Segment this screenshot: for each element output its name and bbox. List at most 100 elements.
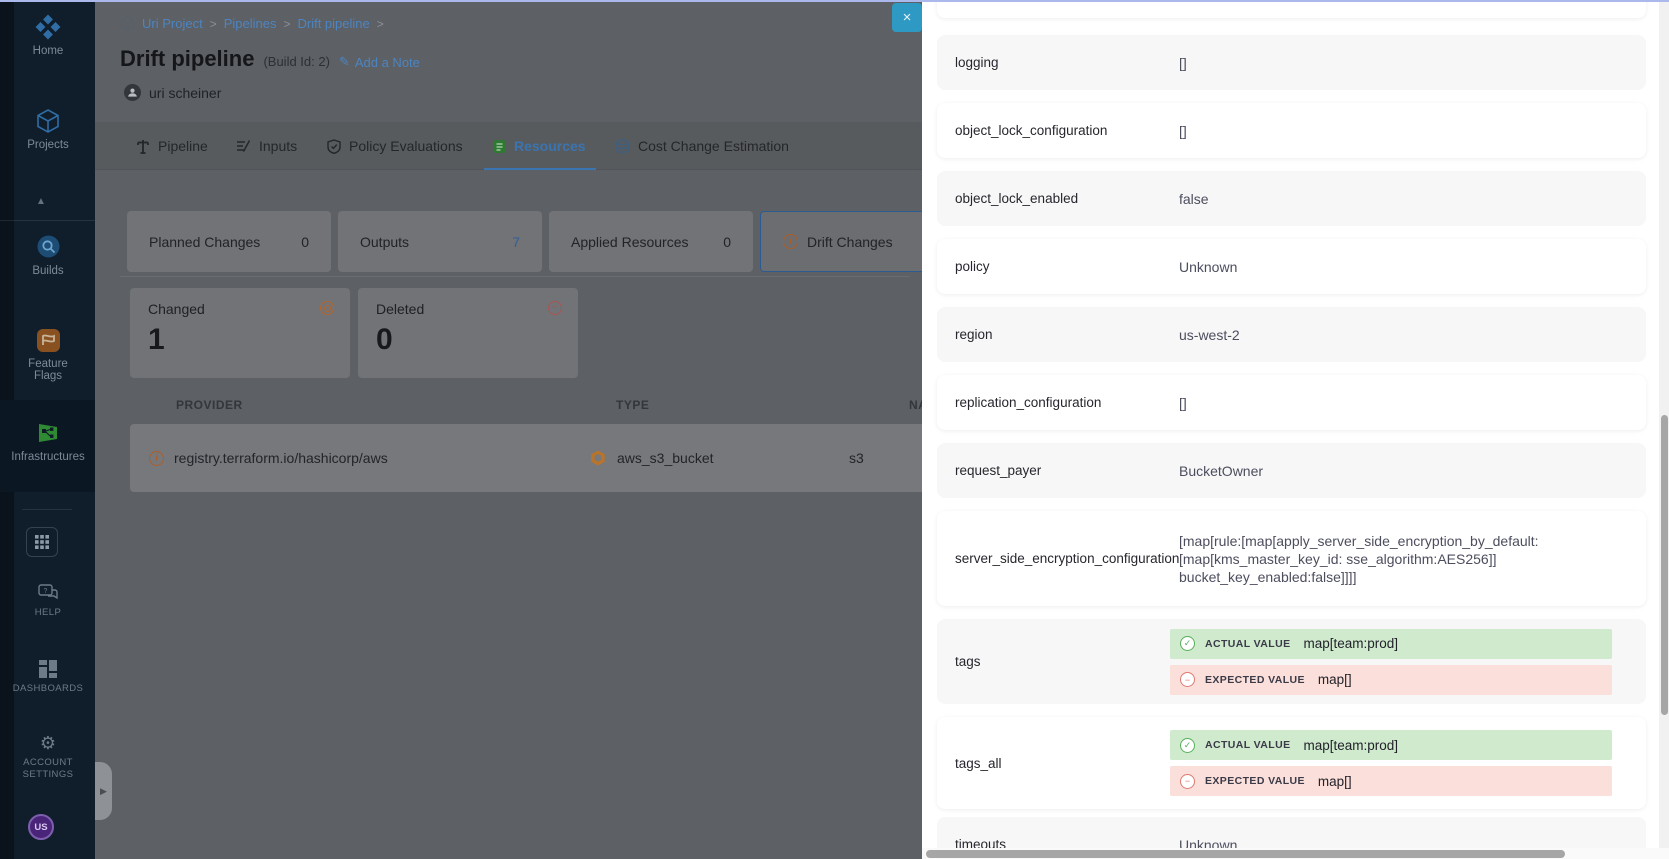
- inputs-icon: [236, 139, 251, 153]
- sidebar-item-label: Feature Flags: [14, 358, 82, 382]
- column-header-name: NA: [909, 398, 922, 412]
- main-content: Uri Project > Pipelines > Drift pipeline…: [95, 0, 922, 859]
- sidebar-item-label: Builds: [32, 265, 63, 277]
- sidebar-item-label: HELP: [35, 607, 61, 619]
- user-avatar[interactable]: US: [28, 814, 54, 840]
- breadcrumb-current[interactable]: Drift pipeline: [297, 16, 369, 31]
- card-drift-changes[interactable]: i Drift Changes: [760, 211, 922, 272]
- sidebar-item-account-settings[interactable]: ⚙ ACCOUNT SETTINGS: [14, 734, 82, 781]
- attribute-row: lifecycle_rule []: [937, 0, 1646, 18]
- chevron-right-icon: ▶: [100, 786, 107, 797]
- breadcrumb-separator: >: [283, 17, 290, 31]
- sidebar-item-home[interactable]: Home: [14, 14, 82, 57]
- check-circle-icon: ✓: [1180, 636, 1195, 651]
- coins-icon: [615, 139, 630, 154]
- sidebar-item-label: Home: [33, 45, 64, 57]
- home-icon: [35, 14, 61, 40]
- pencil-icon: ✎: [339, 54, 350, 70]
- minus-circle-icon: −: [1180, 672, 1195, 687]
- expected-value-bar: − EXPECTED VALUE map[]: [1170, 766, 1612, 796]
- sidebar-item-label: Infrastructures: [11, 451, 85, 463]
- drift-info-icon: i: [783, 234, 798, 249]
- sidebar-item-help[interactable]: ? HELP: [14, 584, 82, 619]
- outputs-count: 7: [512, 234, 520, 250]
- window-top-accent-line: [0, 0, 1669, 2]
- svg-text:?: ?: [44, 588, 48, 595]
- applied-resources-count: 0: [723, 234, 731, 250]
- s3-bucket-icon: [589, 449, 607, 467]
- stat-deleted: Deleted 0 −: [358, 288, 578, 378]
- infrastructures-icon: [35, 420, 61, 446]
- resources-icon: [493, 139, 506, 154]
- add-note-link[interactable]: ✎ Add a Note: [339, 54, 420, 70]
- sidebar-divider: [0, 220, 95, 221]
- check-circle-icon: ✓: [1180, 738, 1195, 753]
- sidebar-expand-handle[interactable]: ▶: [95, 762, 112, 820]
- tab-cost-change-estimation[interactable]: Cost Change Estimation: [615, 122, 789, 170]
- attribute-row-tags: tags ✓ ACTUAL VALUE map[team:prod] − EXP…: [937, 619, 1646, 704]
- card-outputs[interactable]: Outputs7: [338, 211, 542, 272]
- drawer-close-button[interactable]: ×: [892, 3, 922, 32]
- provider-value: registry.terraform.io/hashicorp/aws: [174, 450, 388, 466]
- column-header-provider: PROVIDER: [176, 398, 243, 412]
- module-grid-button[interactable]: [26, 527, 58, 557]
- column-header-type: TYPE: [616, 398, 649, 412]
- deleted-icon: −: [548, 301, 562, 315]
- minus-circle-icon: −: [1180, 774, 1195, 789]
- attribute-row: object_lock_enabled false: [937, 171, 1646, 226]
- scroll-up-icon[interactable]: ▲: [36, 196, 46, 207]
- user-name: uri scheiner: [149, 85, 221, 101]
- tab-inputs[interactable]: Inputs: [236, 122, 297, 170]
- tab-resources[interactable]: Resources: [493, 122, 586, 170]
- shield-check-icon: [327, 139, 341, 154]
- sidebar-divider: [22, 509, 72, 510]
- build-id-label: (Build Id: 2): [263, 54, 329, 69]
- help-icon: ?: [38, 584, 58, 602]
- name-value: s3: [849, 450, 864, 466]
- attribute-row: region us-west-2: [937, 307, 1646, 362]
- sidebar-item-dashboards[interactable]: DASHBOARDS: [14, 660, 82, 695]
- dashboards-icon: [39, 660, 57, 678]
- horizontal-scrollbar-thumb[interactable]: [926, 850, 1565, 858]
- drift-info-icon: i: [149, 451, 164, 466]
- builds-icon: [35, 233, 62, 260]
- tab-pipeline[interactable]: Pipeline: [136, 122, 208, 170]
- gear-icon: ⚙: [40, 734, 56, 752]
- expected-value: map[]: [1318, 672, 1352, 687]
- attribute-row: replication_configuration []: [937, 375, 1646, 430]
- attribute-row: server_side_encryption_configuration [ma…: [937, 511, 1646, 606]
- attribute-row: object_lock_configuration []: [937, 103, 1646, 158]
- attribute-row: logging []: [937, 35, 1646, 90]
- changed-icon: [320, 301, 334, 315]
- close-icon: ×: [903, 9, 912, 26]
- pipeline-icon: [136, 139, 150, 154]
- sidebar-item-projects[interactable]: Projects: [14, 108, 82, 151]
- vertical-scrollbar-thumb[interactable]: [1661, 415, 1668, 715]
- breadcrumb-pipelines[interactable]: Pipelines: [224, 16, 277, 31]
- expected-value-bar: − EXPECTED VALUE map[]: [1170, 665, 1612, 695]
- attribute-row: request_payer BucketOwner: [937, 443, 1646, 498]
- breadcrumb: Uri Project > Pipelines > Drift pipeline…: [120, 16, 384, 31]
- drift-details-drawer: lifecycle_rule [] logging [] object_lock…: [922, 0, 1669, 859]
- type-value: aws_s3_bucket: [617, 450, 714, 466]
- card-applied-resources[interactable]: Applied Resources0: [549, 211, 753, 272]
- expected-value: map[]: [1318, 774, 1352, 789]
- deleted-count: 0: [376, 323, 560, 357]
- tab-policy-evaluations[interactable]: Policy Evaluations: [327, 122, 463, 170]
- person-icon: [124, 84, 141, 101]
- resource-table-row[interactable]: i registry.terraform.io/hashicorp/aws aw…: [130, 424, 922, 492]
- sidebar-item-feature-flags[interactable]: Feature Flags: [14, 328, 82, 382]
- page-title: Drift pipeline: [120, 46, 254, 72]
- sidebar-item-label: ACCOUNT SETTINGS: [17, 757, 79, 781]
- breadcrumb-project[interactable]: Uri Project: [142, 16, 203, 31]
- actual-value-bar: ✓ ACTUAL VALUE map[team:prod]: [1170, 629, 1612, 659]
- feature-flags-icon: [36, 328, 61, 353]
- sidebar-item-infrastructures[interactable]: Infrastructures: [14, 420, 82, 463]
- active-tab-underline: [484, 168, 596, 171]
- sidebar-item-builds[interactable]: Builds: [14, 233, 82, 277]
- breadcrumb-separator: >: [377, 17, 384, 31]
- projects-icon: [35, 108, 61, 134]
- breadcrumb-separator: >: [210, 17, 217, 31]
- sidebar-item-label: DASHBOARDS: [13, 683, 84, 695]
- card-planned-changes[interactable]: Planned Changes0: [127, 211, 331, 272]
